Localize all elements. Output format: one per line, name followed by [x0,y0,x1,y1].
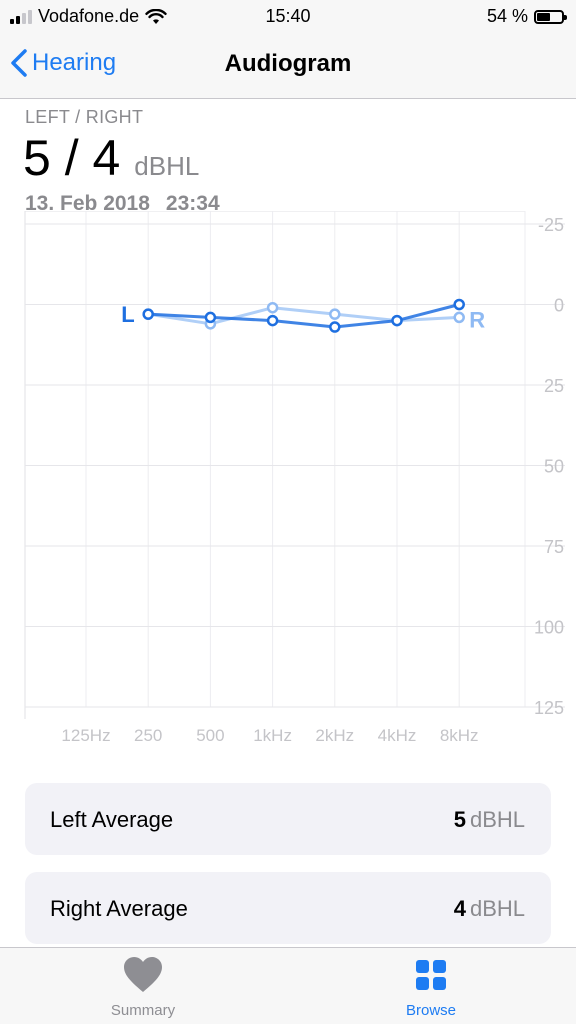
navigation-bar: Hearing Audiogram [0,34,576,99]
audiogram-chart[interactable]: -25 0 25 50 75 100 125 125Hz 250 500 1kHz 2kHz 4kHz 8… [0,211,576,759]
series-label-left: L [121,302,134,327]
tab-browse-label: Browse [405,1002,457,1019]
value-unit: dBHL [134,151,200,181]
x-tick-label: 250 [134,726,162,745]
tab-bar: Summary Browse [0,947,576,1024]
x-tick-label: 1kHz [253,726,292,745]
data-point-r [453,311,465,324]
right-average-value: 4 dBHL [454,896,525,922]
x-tick-label: 4kHz [378,726,417,745]
y-tick-label: 125 [534,698,564,718]
tab-browse[interactable]: Browse [361,956,501,1019]
data-point-l [204,311,217,324]
grid-icon [416,960,446,990]
left-average-value: 5 dBHL [454,807,525,833]
data-point-l [391,314,403,327]
y-tick-label: 50 [544,457,564,477]
x-tick-label: 125Hz [61,726,110,745]
battery-icon [534,9,567,24]
right-average-label: Right Average [50,896,188,921]
data-point-r [266,301,279,314]
left-average-row[interactable]: Left Average 5 dBHL [25,783,551,855]
main-content: LEFT / RIGHT 5 / 4 dBHL 13. Feb 2018 23:3… [0,99,576,949]
chevron-left-icon [11,49,27,77]
back-button[interactable]: Hearing [10,48,116,78]
y-tick-label: 75 [544,537,564,557]
data-point-l [266,314,279,327]
y-tick-label: -25 [538,215,564,235]
left-average-unit: dBHL [469,807,525,832]
right-average-number: 4 [453,896,466,921]
tab-summary-label: Summary [110,1002,176,1019]
right-average-row[interactable]: Right Average 4 dBHL [25,872,551,944]
x-tick-label: 8kHz [440,726,479,745]
y-tick-label: 100 [534,618,564,638]
value-number: 5 / 4 [23,130,121,186]
battery: 54 % [486,6,567,27]
back-label: Hearing [32,49,117,76]
left-average-number: 5 [453,807,466,832]
status-bar: Vodafone.de 15:40 54 % [0,0,576,34]
series-line-l [148,303,460,329]
data-point-l [453,298,465,311]
right-average-unit: dBHL [469,896,525,921]
x-tick-label: 2kHz [315,726,354,745]
data-point-l [142,308,154,320]
range-label: LEFT / RIGHT [25,107,144,127]
y-tick-label: 25 [544,376,564,396]
battery-percent: 54 % [486,6,528,26]
x-tick-label: 500 [196,726,224,745]
y-tick-label: 0 [554,296,564,316]
data-point-l [329,321,341,333]
tab-summary[interactable]: Summary [73,956,213,1019]
hearing-value: 5 / 4 dBHL [23,129,199,187]
heart-icon [124,957,162,992]
data-point-r [329,308,341,320]
left-average-label: Left Average [50,807,174,832]
series-label-right: R [469,307,485,332]
